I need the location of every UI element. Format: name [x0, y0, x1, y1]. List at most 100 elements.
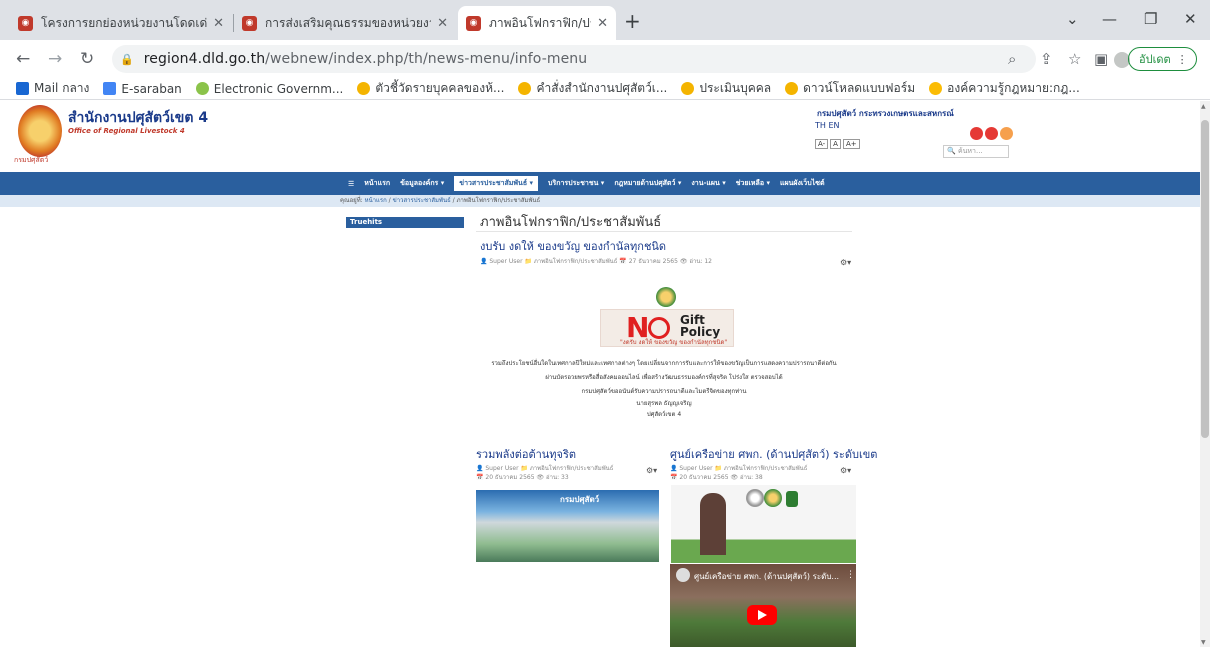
restore-icon[interactable]: ❐ — [1144, 10, 1157, 28]
article-meta: 👤 Super User 📁 ภาพอินโฟกราฟิก/ประชาสัมพั… — [670, 465, 808, 472]
nav-menu-toggle[interactable]: ☰ — [348, 180, 354, 188]
search-placeholder: ค้นหา... — [957, 147, 983, 155]
close-tab-icon[interactable]: ✕ — [437, 16, 448, 31]
language-switcher[interactable]: TH EN — [815, 121, 839, 130]
close-tab-icon[interactable]: ✕ — [213, 16, 224, 31]
minimize-icon[interactable]: — — [1102, 10, 1117, 28]
nav-help[interactable]: ช่วยเหลือ ▾ — [736, 178, 770, 189]
new-tab-icon[interactable]: + — [624, 9, 641, 33]
tab-strip: ◉ โครงการยกย่องหน่วยงานโดดเด่นด้านความสะ… — [0, 0, 1210, 40]
agency-logo-icon — [786, 491, 798, 507]
nav-plans[interactable]: งาน-แผน ▾ — [691, 178, 725, 189]
nav-services[interactable]: บริการประชาชน ▾ — [548, 178, 604, 189]
bookmark-star-icon[interactable]: ☆ — [1068, 50, 1081, 68]
browser-toolbar: ← → ↻ 🔒 region4.dld.go.th/webnew/index.p… — [0, 40, 1210, 78]
font-normal-button[interactable]: A — [830, 139, 841, 149]
font-decrease-button[interactable]: A- — [815, 139, 829, 149]
nav-home[interactable]: หน้าแรก — [364, 178, 390, 189]
zoom-icon[interactable]: ⌕ — [1008, 50, 1016, 68]
article-options-gear-icon[interactable]: ⚙▾ — [646, 466, 657, 475]
article-body-line: กรมปศุสัตว์ขออนันต์รับความปรารถนาดีและไม… — [581, 388, 747, 395]
back-icon[interactable]: ← — [16, 49, 30, 69]
nav-laws[interactable]: กฎหมายด้านปศุสัตว์ ▾ — [614, 178, 681, 189]
site-favicon-icon: ◉ — [18, 15, 33, 31]
url-path: /webnew/index.php/th/news-menu/info-menu — [265, 51, 588, 67]
channel-avatar-icon — [676, 568, 690, 582]
site-search-input[interactable]: 🔍 ค้นหา... — [943, 145, 1009, 158]
close-window-icon[interactable]: ✕ — [1184, 10, 1197, 28]
scroll-up-icon[interactable]: ▲ — [1201, 103, 1206, 110]
header-ministry-links[interactable]: กรมปศุสัตว์ กระทรวงเกษตรและสหกรณ์ — [817, 107, 954, 120]
update-label: อัปเดต — [1139, 53, 1171, 66]
nav-sitemap[interactable]: แผนผังเว็บไซต์ — [780, 178, 825, 189]
browser-tab-3-active[interactable]: ◉ ภาพอินโฟกราฟิก/ประชาสัมพันธ์ ✕ — [458, 6, 616, 40]
site-favicon-icon: ◉ — [242, 15, 257, 31]
outlook-icon — [16, 82, 29, 95]
url-host: region4.dld.go.th — [143, 51, 266, 67]
tab-title: โครงการยกย่องหน่วยงานโดดเด่นด้านความสะอา… — [41, 15, 208, 30]
site-header: กรมปศุสัตว์ สำนักงานปศุสัตว์เขต 4 Office… — [0, 101, 1200, 171]
tab-title: การส่งเสริมคุณธรรมของหน่วยงาน — [265, 15, 432, 30]
article-title[interactable]: รวมพลังต่อต้านทุจริต — [476, 445, 576, 463]
bookmark-label: ประเมินบุคคล — [699, 81, 772, 95]
bookmark-item[interactable]: ประเมินบุคคล — [681, 79, 771, 98]
lock-icon[interactable]: 🔒 — [120, 53, 134, 66]
photo-banner-label: กรมปศุสัตว์ — [560, 495, 600, 504]
url-text: region4.dld.go.th/webnew/index.php/th/ne… — [144, 51, 588, 67]
tab-search-icon[interactable]: ⌄ — [1066, 10, 1079, 28]
scroll-down-icon[interactable]: ▼ — [1201, 639, 1206, 646]
youtube-icon[interactable] — [985, 127, 998, 140]
bookmark-favicon-icon — [518, 82, 532, 95]
main-nav: ☰ หน้าแรก ข้อมูลองค์กร ▾ ข่าวสารประชาสัม… — [0, 172, 1200, 195]
side-panel-icon[interactable]: ▣ — [1094, 50, 1108, 68]
bookmark-item[interactable]: คำสั่งสำนักงานปศุสัตว์เ... — [518, 79, 667, 98]
truehits-badge[interactable]: Truehits — [346, 217, 464, 228]
article-title[interactable]: งบรับ งดให้ ของขวัญ ของกำนัลทุกชนิด — [480, 237, 666, 255]
bookmark-item[interactable]: Electronic Governm... — [195, 82, 343, 96]
breadcrumb-home[interactable]: หน้าแรก — [365, 197, 387, 204]
article-meta-date: 📅 20 ธันวาคม 2565 👁 อ่าน: 33 — [476, 474, 569, 481]
bookmark-item[interactable]: ตัวชี้วัดรายบุคคลของห้... — [357, 79, 504, 98]
dld-logo-icon[interactable] — [18, 105, 62, 157]
video-menu-icon[interactable]: ⋮ — [846, 570, 855, 580]
dld-seal-icon — [764, 489, 782, 507]
bookmark-item[interactable]: E-saraban — [103, 82, 182, 96]
prohibited-icon — [648, 317, 670, 339]
breadcrumb-current: ภาพอินโฟกราฟิก/ประชาสัมพันธ์ — [456, 197, 541, 204]
rss-icon[interactable] — [1000, 127, 1013, 140]
address-bar[interactable]: 🔒 region4.dld.go.th/webnew/index.php/th/… — [112, 45, 1036, 73]
breadcrumb-prefix: คุณอยู่ที่: — [340, 197, 363, 204]
play-icon — [758, 610, 767, 620]
browser-tab-2[interactable]: ◉ การส่งเสริมคุณธรรมของหน่วยงาน ✕ — [234, 6, 456, 40]
bookmark-item[interactable]: ดาวน์โหลดแบบฟอร์ม — [785, 79, 915, 98]
article-body-line: นายสุรพล ธัญญเจริญ — [636, 400, 692, 407]
article-meta: 👤 Super User 📁 ภาพอินโฟกราฟิก/ประชาสัมพั… — [476, 465, 614, 472]
bookmark-label: องค์ความรู้กฎหมาย:กฎ... — [947, 81, 1080, 95]
facebook-icon[interactable] — [970, 127, 983, 140]
share-icon[interactable]: ⇪ — [1040, 50, 1053, 68]
font-increase-button[interactable]: A+ — [842, 139, 860, 149]
reload-icon[interactable]: ↻ — [80, 49, 94, 69]
nav-news[interactable]: ข่าวสารประชาสัมพันธ์ ▾ — [454, 176, 539, 191]
menu-kebab-icon[interactable]: ⋮ — [1177, 53, 1188, 66]
org-name-th[interactable]: สำนักงานปศุสัตว์เขต 4 — [68, 107, 208, 129]
forward-icon[interactable]: → — [48, 49, 62, 69]
video-title[interactable]: ศูนย์เครือข่าย ศพก. (ด้านปศุสัตว์) ระดับ… — [694, 570, 839, 583]
article-title[interactable]: ศูนย์เครือข่าย ศพก. (ด้านปศุสัตว์) ระดับ… — [670, 445, 877, 463]
bookmark-item[interactable]: Mail กลาง — [16, 79, 89, 98]
article-meta-date: 📅 20 ธันวาคม 2565 👁 อ่าน: 38 — [670, 474, 763, 481]
article-options-gear-icon[interactable]: ⚙▾ — [840, 258, 851, 267]
nav-about[interactable]: ข้อมูลองค์กร ▾ — [400, 178, 444, 189]
close-tab-icon[interactable]: ✕ — [597, 16, 608, 31]
bookmark-item[interactable]: องค์ความรู้กฎหมาย:กฎ... — [929, 79, 1080, 98]
article-options-gear-icon[interactable]: ⚙▾ — [840, 466, 851, 475]
browser-tab-1[interactable]: ◉ โครงการยกย่องหน่วยงานโดดเด่นด้านความสะ… — [10, 6, 232, 40]
page-title: ภาพอินโฟกราฟิก/ประชาสัมพันธ์ — [480, 215, 662, 230]
article-body-line: ปศุสัตว์เขต 4 — [646, 411, 682, 418]
site-favicon-icon: ◉ — [466, 15, 481, 31]
org-name-en: Office of Regional Livestock 4 — [68, 127, 185, 135]
breadcrumb-news[interactable]: ข่าวสารประชาสัมพันธ์ — [393, 197, 451, 204]
scrollbar-thumb[interactable] — [1201, 120, 1209, 438]
logo-caption: กรมปศุสัตว์ — [14, 156, 49, 164]
update-button[interactable]: อัปเดต ⋮ — [1128, 47, 1197, 71]
